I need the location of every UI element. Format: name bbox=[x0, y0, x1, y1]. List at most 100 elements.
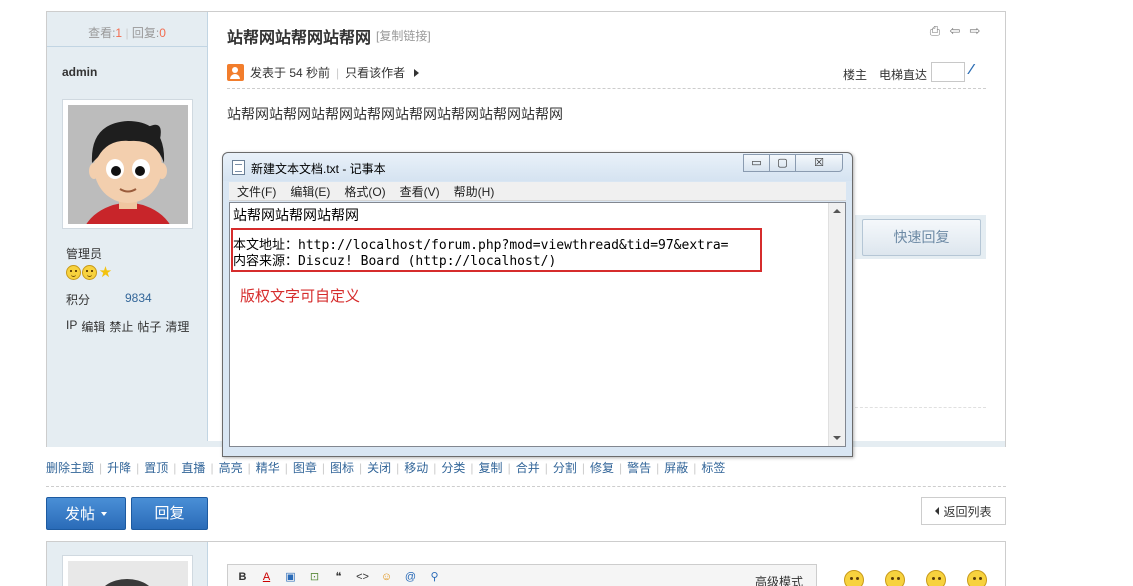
moderation-actions: 删除主题 | 升降 | 置顶 | 直播 | 高亮 | 精华 | 图章 | 图标 | 关闭 | 移动… bbox=[46, 459, 726, 476]
online-user-icon bbox=[227, 64, 244, 81]
text-line: 内容来源：Discuz! Board (http://localhost/) bbox=[233, 254, 557, 269]
smiley-icon bbox=[66, 265, 81, 280]
separator: | bbox=[336, 65, 340, 80]
notepad-text-area[interactable]: 站帮网站帮网站帮网 本文地址：http://localhost/forum.ph… bbox=[229, 202, 846, 447]
mod-copy[interactable]: 复制 bbox=[479, 459, 503, 476]
emoticon-icon[interactable]: ☺ bbox=[379, 571, 394, 583]
menu-format[interactable]: 格式(O) bbox=[344, 183, 385, 200]
smiley-icon[interactable] bbox=[844, 570, 864, 586]
mod-close[interactable]: 关闭 bbox=[367, 459, 391, 476]
mod-merge[interactable]: 合并 bbox=[516, 459, 540, 476]
quick-reply-button[interactable]: 快速回复 bbox=[862, 219, 981, 256]
mod-classify[interactable]: 分类 bbox=[441, 459, 465, 476]
mod-icon[interactable]: 图标 bbox=[330, 459, 354, 476]
mod-live[interactable]: 直播 bbox=[181, 459, 205, 476]
post-meta: 发表于 54 秒前 | 只看该作者 bbox=[227, 64, 420, 81]
notepad-titlebar[interactable]: 新建文本文档.txt - 记事本 ▭ ▢ ☒ bbox=[223, 153, 852, 181]
code-icon[interactable]: <> bbox=[355, 571, 370, 583]
mod-stamp[interactable]: 图章 bbox=[293, 459, 317, 476]
text-line: 站帮网站帮网站帮网 bbox=[233, 208, 359, 224]
print-icon[interactable]: ⎙ bbox=[928, 24, 942, 38]
points-label: 积分 bbox=[66, 293, 91, 307]
copy-link[interactable]: [复制链接] bbox=[376, 27, 431, 44]
views-label: 查看: bbox=[88, 26, 116, 40]
menu-file[interactable]: 文件(F) bbox=[237, 183, 276, 200]
menu-edit[interactable]: 编辑(E) bbox=[290, 183, 330, 200]
clean-user-link[interactable]: 清理 bbox=[165, 318, 189, 335]
divider bbox=[46, 486, 1006, 487]
author-admin-links: IP 编辑 禁止 帖子 清理 bbox=[66, 318, 189, 335]
editor-toolbar: B A ▣ ⊡ ❝ <> ☺ @ ⚲ bbox=[227, 564, 817, 586]
divider bbox=[227, 88, 986, 89]
annotation-text: 版权文字可自定义 bbox=[240, 287, 361, 305]
only-author-link[interactable]: 只看该作者 bbox=[345, 64, 405, 81]
triangle-left-icon bbox=[935, 507, 940, 515]
attachment-icon[interactable]: ⊡ bbox=[307, 570, 322, 583]
smiley-icon[interactable] bbox=[926, 570, 946, 586]
notepad-icon bbox=[232, 160, 245, 175]
link-icon[interactable]: ⚲ bbox=[427, 570, 442, 583]
next-thread-icon[interactable]: ⇨ bbox=[968, 24, 982, 38]
chevron-down-icon bbox=[101, 511, 107, 516]
mention-icon[interactable]: @ bbox=[403, 571, 418, 583]
notepad-window: 新建文本文档.txt - 记事本 ▭ ▢ ☒ 文件(F) 编辑(E) 格式(O)… bbox=[222, 152, 853, 457]
back-to-list-button[interactable]: 返回列表 bbox=[921, 497, 1006, 525]
mod-tag[interactable]: 标签 bbox=[701, 459, 725, 476]
mod-split[interactable]: 分割 bbox=[553, 459, 577, 476]
font-color-icon[interactable]: A bbox=[259, 571, 274, 583]
prev-thread-icon[interactable]: ⇦ bbox=[948, 24, 962, 38]
mod-bump[interactable]: 升降 bbox=[107, 459, 131, 476]
mod-move[interactable]: 移动 bbox=[404, 459, 428, 476]
scroll-down-icon[interactable] bbox=[833, 436, 841, 440]
post-time: 发表于 54 秒前 bbox=[250, 66, 331, 80]
thread-tools: ⎙ ⇦ ⇨ bbox=[928, 24, 982, 38]
bold-icon[interactable]: B bbox=[235, 571, 250, 583]
jump-go-icon[interactable]: ⁄ bbox=[970, 61, 986, 79]
scroll-up-icon[interactable] bbox=[833, 209, 841, 213]
vertical-scrollbar[interactable] bbox=[828, 203, 845, 446]
quote-icon[interactable]: ❝ bbox=[331, 570, 346, 583]
smiley-icon[interactable] bbox=[967, 570, 987, 586]
avatar[interactable] bbox=[62, 99, 193, 229]
image-icon[interactable]: ▣ bbox=[283, 570, 298, 583]
mod-digest[interactable]: 精华 bbox=[256, 459, 280, 476]
mod-stick[interactable]: 置顶 bbox=[144, 459, 168, 476]
user-posts-link[interactable]: 帖子 bbox=[137, 318, 161, 335]
replies-label: 回复: bbox=[131, 26, 160, 40]
maximize-button[interactable]: ▢ bbox=[769, 154, 796, 172]
divider bbox=[855, 407, 986, 408]
minimize-button[interactable]: ▭ bbox=[743, 154, 770, 172]
mod-block[interactable]: 屏蔽 bbox=[664, 459, 688, 476]
mod-warn[interactable]: 警告 bbox=[627, 459, 651, 476]
thread-title: 站帮网站帮网站帮网 bbox=[227, 28, 372, 47]
reply-avatar bbox=[62, 555, 193, 586]
thread-stats: 查看:1 | 回复:0 bbox=[88, 26, 166, 40]
edit-user-link[interactable]: 编辑 bbox=[81, 318, 105, 335]
notepad-menubar: 文件(F) 编辑(E) 格式(O) 查看(V) 帮助(H) bbox=[229, 182, 846, 201]
points-value[interactable]: 9834 bbox=[125, 291, 152, 305]
mod-delete-thread[interactable]: 删除主题 bbox=[46, 459, 94, 476]
close-button[interactable]: ☒ bbox=[795, 154, 843, 172]
new-post-label: 发帖 bbox=[64, 506, 95, 523]
post-content: 站帮网站帮网站帮网站帮网站帮网站帮网站帮网站帮网 bbox=[227, 107, 563, 123]
mod-highlight[interactable]: 高亮 bbox=[219, 459, 243, 476]
window-controls: ▭ ▢ ☒ bbox=[743, 154, 843, 172]
ban-user-link[interactable]: 禁止 bbox=[109, 318, 133, 335]
notepad-title: 新建文本文档.txt - 记事本 bbox=[251, 162, 386, 176]
user-group[interactable]: 管理员 bbox=[66, 245, 102, 262]
replies-count: 0 bbox=[159, 26, 166, 40]
smiley-icon bbox=[82, 265, 97, 280]
new-post-button[interactable]: 发帖 bbox=[46, 497, 126, 530]
advanced-mode-link[interactable]: 高级模式 bbox=[755, 573, 803, 586]
ip-link[interactable]: IP bbox=[66, 318, 77, 335]
smiley-bar bbox=[844, 570, 987, 586]
mod-repair[interactable]: 修复 bbox=[590, 459, 614, 476]
floor-jump-input[interactable] bbox=[931, 62, 965, 82]
divider bbox=[47, 46, 208, 47]
elevator-label: 电梯直达 bbox=[879, 68, 928, 82]
reply-button[interactable]: 回复 bbox=[131, 497, 208, 530]
menu-help[interactable]: 帮助(H) bbox=[454, 183, 495, 200]
author-name-link[interactable]: admin bbox=[62, 65, 97, 79]
menu-view[interactable]: 查看(V) bbox=[400, 183, 440, 200]
smiley-icon[interactable] bbox=[885, 570, 905, 586]
